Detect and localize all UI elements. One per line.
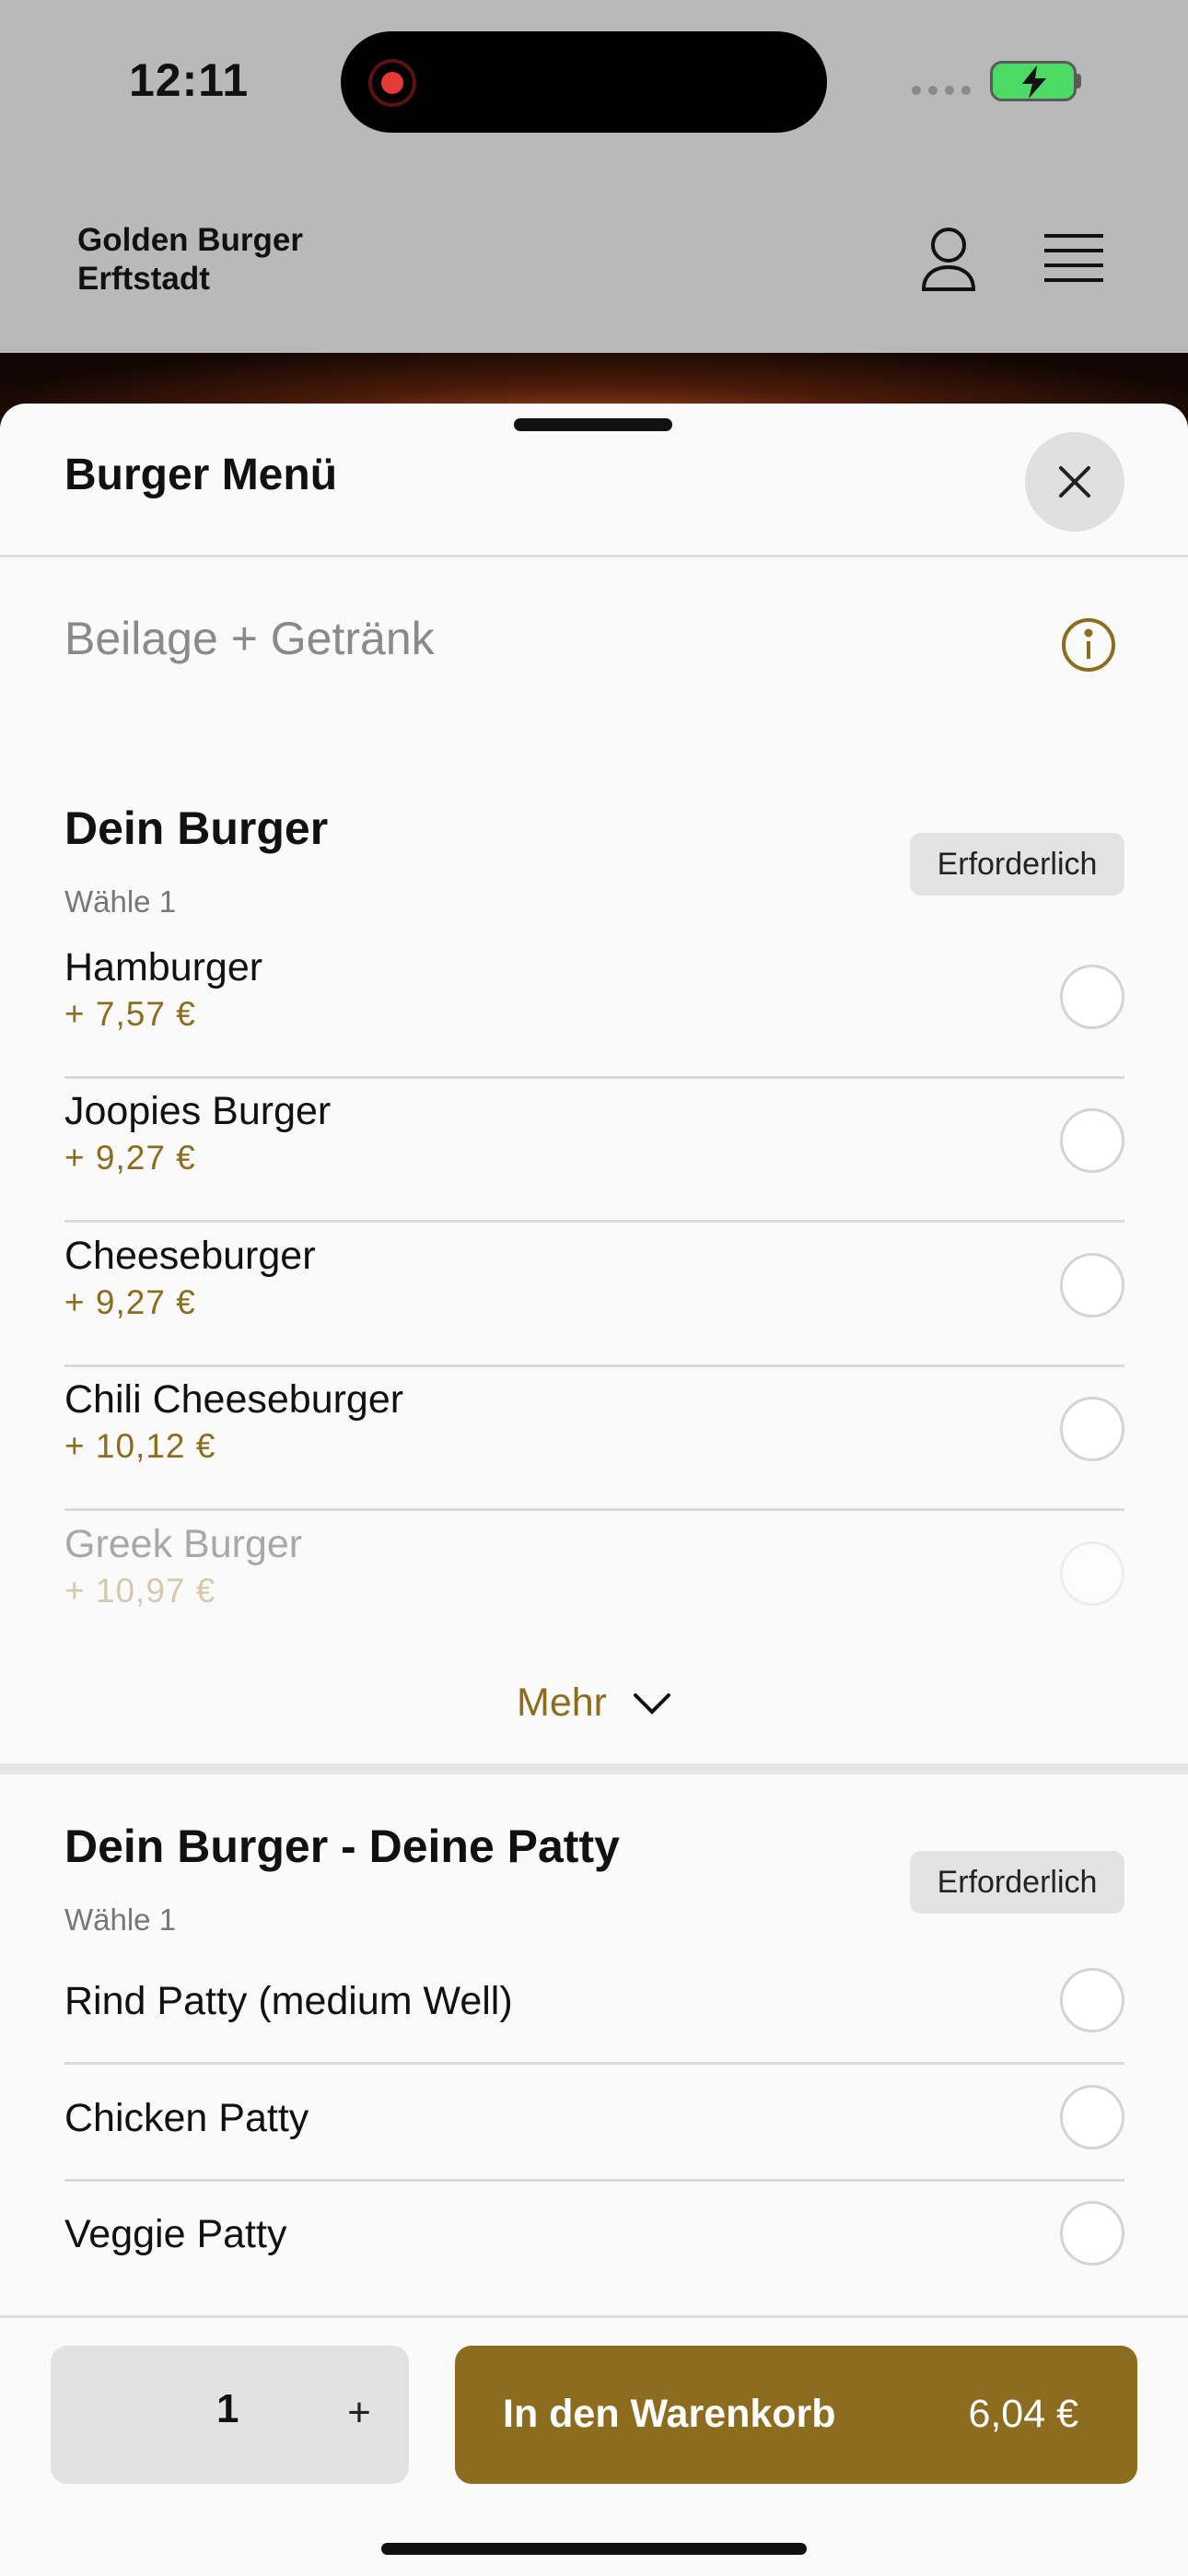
required-badge: Erforderlich [910, 1851, 1124, 1914]
option-name: Greek Burger [64, 1522, 303, 1566]
quantity-plus-button[interactable]: + [327, 2381, 391, 2445]
group-title: Dein Burger - Deine Patty [64, 1821, 620, 1872]
section-divider [0, 1763, 1188, 1774]
group-subtitle: Wähle 1 [64, 1903, 177, 1937]
sheet-title: Burger Menü [64, 451, 338, 499]
product-sheet: Burger Menü Beilage + Getränk Dein Burge… [0, 404, 1188, 2576]
option-radio[interactable] [1060, 1968, 1124, 2032]
signal-icon [912, 86, 971, 95]
option-name: Hamburger [64, 945, 263, 989]
option-radio[interactable] [1060, 1253, 1124, 1317]
close-icon [1059, 466, 1090, 498]
app-header: Golden Burger Erftstadt [0, 166, 1188, 354]
option-price: + 10,97 € [64, 1572, 216, 1610]
option-radio[interactable] [1060, 1541, 1124, 1606]
option-radio[interactable] [1060, 965, 1124, 1029]
quantity-value: 1 [216, 2386, 239, 2431]
option-price: + 9,27 € [64, 1283, 196, 1321]
required-badge: Erforderlich [910, 833, 1124, 896]
option-name: Joopies Burger [64, 1089, 332, 1133]
option-price: + 7,57 € [64, 995, 196, 1033]
option-radio[interactable] [1060, 1397, 1124, 1461]
show-more-button[interactable]: Mehr [0, 1680, 1188, 1726]
option-price: + 10,12 € [64, 1427, 216, 1465]
brand-name: Golden Burger Erftstadt [77, 222, 304, 297]
option-radio[interactable] [1060, 2201, 1124, 2266]
show-more-label: Mehr [517, 1680, 607, 1725]
group-subtitle: Wähle 1 [64, 884, 177, 919]
status-time: 12:11 [129, 54, 250, 106]
hamburger-menu-icon[interactable] [1044, 232, 1103, 288]
option-price: + 9,27 € [64, 1139, 196, 1177]
close-button[interactable] [1025, 432, 1124, 532]
option-name: Rind Patty (medium Well) [64, 1979, 513, 2023]
option-name: Chili Cheeseburger [64, 1377, 404, 1422]
option-radio[interactable] [1060, 1108, 1124, 1173]
action-bar: 1 + In den Warenkorb 6,04 € [0, 2315, 1188, 2576]
quantity-stepper: 1 + [51, 2346, 409, 2484]
chevron-down-icon [633, 1692, 670, 1715]
dynamic-island [341, 31, 827, 133]
option-radio[interactable] [1060, 2085, 1124, 2149]
group-title: Dein Burger [64, 802, 329, 854]
add-to-cart-button[interactable]: In den Warenkorb 6,04 € [455, 2346, 1137, 2484]
product-description: Beilage + Getränk [64, 613, 435, 664]
add-to-cart-price: 6,04 € [968, 2392, 1078, 2436]
option-name: Chicken Patty [64, 2096, 309, 2140]
divider [0, 555, 1188, 557]
home-indicator[interactable] [381, 2543, 807, 2555]
status-bar: 12:11 [0, 0, 1188, 166]
option-name: Veggie Patty [64, 2212, 287, 2256]
battery-icon [990, 61, 1077, 101]
info-icon[interactable] [1061, 617, 1116, 677]
sheet-grabber[interactable] [514, 418, 672, 431]
add-to-cart-label: In den Warenkorb [503, 2392, 836, 2436]
user-icon[interactable] [919, 227, 978, 298]
recording-icon [368, 59, 416, 107]
option-name: Cheeseburger [64, 1234, 316, 1278]
